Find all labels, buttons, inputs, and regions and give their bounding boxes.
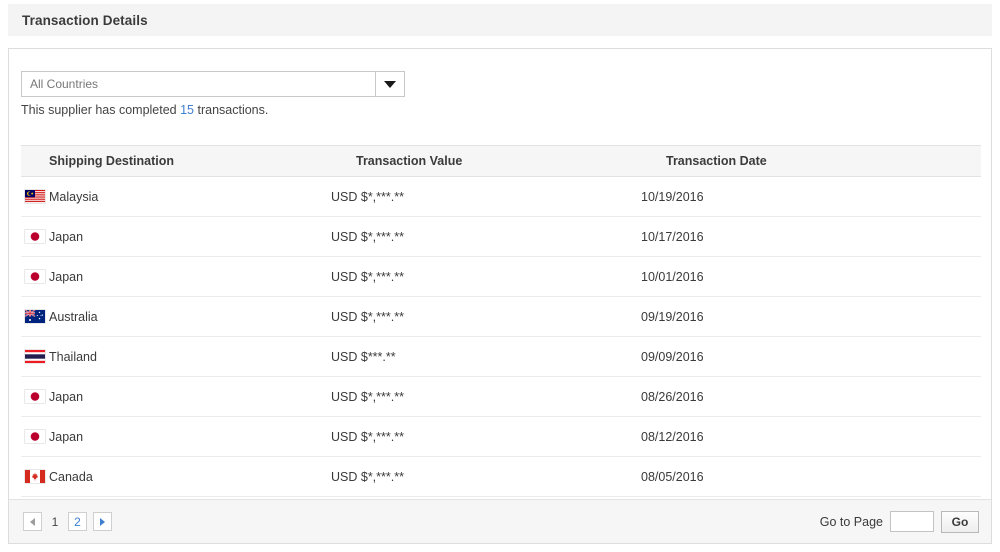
destination-label: Japan — [49, 389, 84, 404]
table-body: Malaysia USD $*,***.** 10/19/2016 Japan USD … — [21, 176, 981, 497]
cell-transaction-value: USD $*,***.** — [331, 296, 641, 337]
flag-thailand-slot — [21, 350, 49, 363]
pagination-current-page: 1 — [51, 514, 59, 529]
cell-shipping-destination: Japan — [21, 256, 331, 297]
transactions-table: Shipping Destination Transaction Value T… — [21, 145, 981, 497]
flag-malaysia-slot — [21, 190, 49, 203]
supplier-summary-text: This supplier has completed 15 transacti… — [21, 102, 991, 118]
cell-transaction-value: USD $*,***.** — [331, 416, 641, 457]
column-header-transaction-date: Transaction Date — [641, 145, 981, 177]
country-filter-select[interactable]: All Countries — [21, 71, 405, 97]
panel-title-bar: Transaction Details — [8, 4, 992, 36]
cell-shipping-destination: Malaysia — [21, 176, 331, 217]
destination-label: Japan — [49, 269, 84, 284]
table-row: Japan USD $*,***.** 08/12/2016 — [21, 416, 981, 457]
flag-japan-icon — [25, 270, 45, 283]
table-row: Malaysia USD $*,***.** 10/19/2016 — [21, 176, 981, 217]
destination-cell-content: Thailand — [21, 350, 331, 364]
flag-japan-icon — [25, 230, 45, 243]
cell-transaction-value: USD $*,***.** — [331, 256, 641, 297]
flag-japan-slot — [21, 230, 49, 243]
destination-cell-content: Japan — [21, 390, 331, 404]
cell-transaction-date: 08/26/2016 — [641, 376, 981, 417]
table-row: Japan USD $*,***.** 10/01/2016 — [21, 256, 981, 297]
destination-label: Japan — [49, 429, 84, 444]
pagination-prev-button[interactable] — [23, 512, 42, 531]
destination-cell-content: Japan — [21, 430, 331, 444]
cell-transaction-date: 10/17/2016 — [641, 216, 981, 257]
destination-label: Japan — [49, 229, 84, 244]
pagination: 1 2 — [23, 512, 112, 531]
caret-shape — [384, 80, 396, 88]
table-row: Thailand USD $***.** 09/09/2016 — [21, 336, 981, 377]
flag-australia-icon — [25, 310, 45, 323]
cell-shipping-destination: Japan — [21, 376, 331, 417]
destination-label: Thailand — [49, 349, 97, 364]
cell-shipping-destination: Australia — [21, 296, 331, 337]
table-row: Japan USD $*,***.** 08/26/2016 — [21, 376, 981, 417]
goto-page-group: Go to Page Go — [819, 510, 979, 533]
cell-transaction-date: 10/01/2016 — [641, 256, 981, 297]
table-row: Japan USD $*,***.** 10/17/2016 — [21, 216, 981, 257]
go-button[interactable]: Go — [941, 510, 979, 533]
goto-page-label: Go to Page — [819, 514, 883, 529]
flag-australia-slot — [21, 310, 49, 323]
filter-area: All Countries This supplier has complete… — [9, 49, 991, 118]
table-header: Shipping Destination Transaction Value T… — [21, 145, 981, 177]
table-header-row: Shipping Destination Transaction Value T… — [21, 145, 981, 177]
cell-transaction-date: 10/19/2016 — [641, 176, 981, 217]
flag-japan-slot — [21, 270, 49, 283]
cell-shipping-destination: Japan — [21, 416, 331, 457]
country-filter-value: All Countries — [30, 77, 99, 91]
transaction-details-page: Transaction Details All Countries This s… — [0, 0, 1000, 552]
page-title: Transaction Details — [22, 12, 148, 28]
destination-label: Canada — [49, 469, 93, 484]
chevron-down-icon[interactable] — [375, 72, 404, 96]
flag-canada-icon — [25, 470, 45, 483]
table-row: Australia USD $*,***.** 09/19/2016 — [21, 296, 981, 337]
flag-canada-slot — [21, 470, 49, 483]
table-footer: 1 2 Go to Page Go — [9, 499, 991, 543]
summary-prefix: This supplier has completed — [21, 103, 181, 117]
cell-transaction-date: 09/19/2016 — [641, 296, 981, 337]
flag-japan-icon — [25, 390, 45, 403]
cell-transaction-value: USD $*,***.** — [331, 176, 641, 217]
summary-suffix: transactions. — [194, 103, 269, 117]
cell-transaction-date: 09/09/2016 — [641, 336, 981, 377]
cell-shipping-destination: Thailand — [21, 336, 331, 377]
destination-label: Australia — [49, 309, 98, 324]
pagination-next-button[interactable] — [93, 512, 112, 531]
flag-japan-slot — [21, 390, 49, 403]
transaction-details-card: All Countries This supplier has complete… — [8, 48, 992, 544]
destination-cell-content: Japan — [21, 270, 331, 284]
pagination-page-2-link[interactable]: 2 — [68, 512, 87, 531]
triangle-right-icon — [100, 517, 105, 526]
cell-transaction-value: USD $*,***.** — [331, 456, 641, 497]
cell-shipping-destination: Japan — [21, 216, 331, 257]
cell-shipping-destination: Canada — [21, 456, 331, 497]
flag-thailand-icon — [25, 350, 45, 363]
transaction-count: 15 — [180, 103, 195, 117]
column-header-shipping-destination: Shipping Destination — [21, 145, 331, 177]
flag-malaysia-icon — [25, 190, 45, 203]
cell-transaction-date: 08/12/2016 — [641, 416, 981, 457]
flag-japan-icon — [25, 430, 45, 443]
table-row: Canada USD $*,***.** 08/05/2016 — [21, 456, 981, 497]
cell-transaction-date: 08/05/2016 — [641, 456, 981, 497]
column-header-transaction-value: Transaction Value — [331, 145, 641, 177]
cell-transaction-value: USD $*,***.** — [331, 216, 641, 257]
cell-transaction-value: USD $*,***.** — [331, 376, 641, 417]
destination-cell-content: Australia — [21, 310, 331, 324]
destination-cell-content: Canada — [21, 470, 331, 484]
cell-transaction-value: USD $***.** — [331, 336, 641, 377]
flag-japan-slot — [21, 430, 49, 443]
destination-label: Malaysia — [49, 189, 99, 204]
destination-cell-content: Japan — [21, 230, 331, 244]
destination-cell-content: Malaysia — [21, 190, 331, 204]
goto-page-input[interactable] — [890, 511, 934, 532]
triangle-left-icon — [30, 517, 35, 526]
